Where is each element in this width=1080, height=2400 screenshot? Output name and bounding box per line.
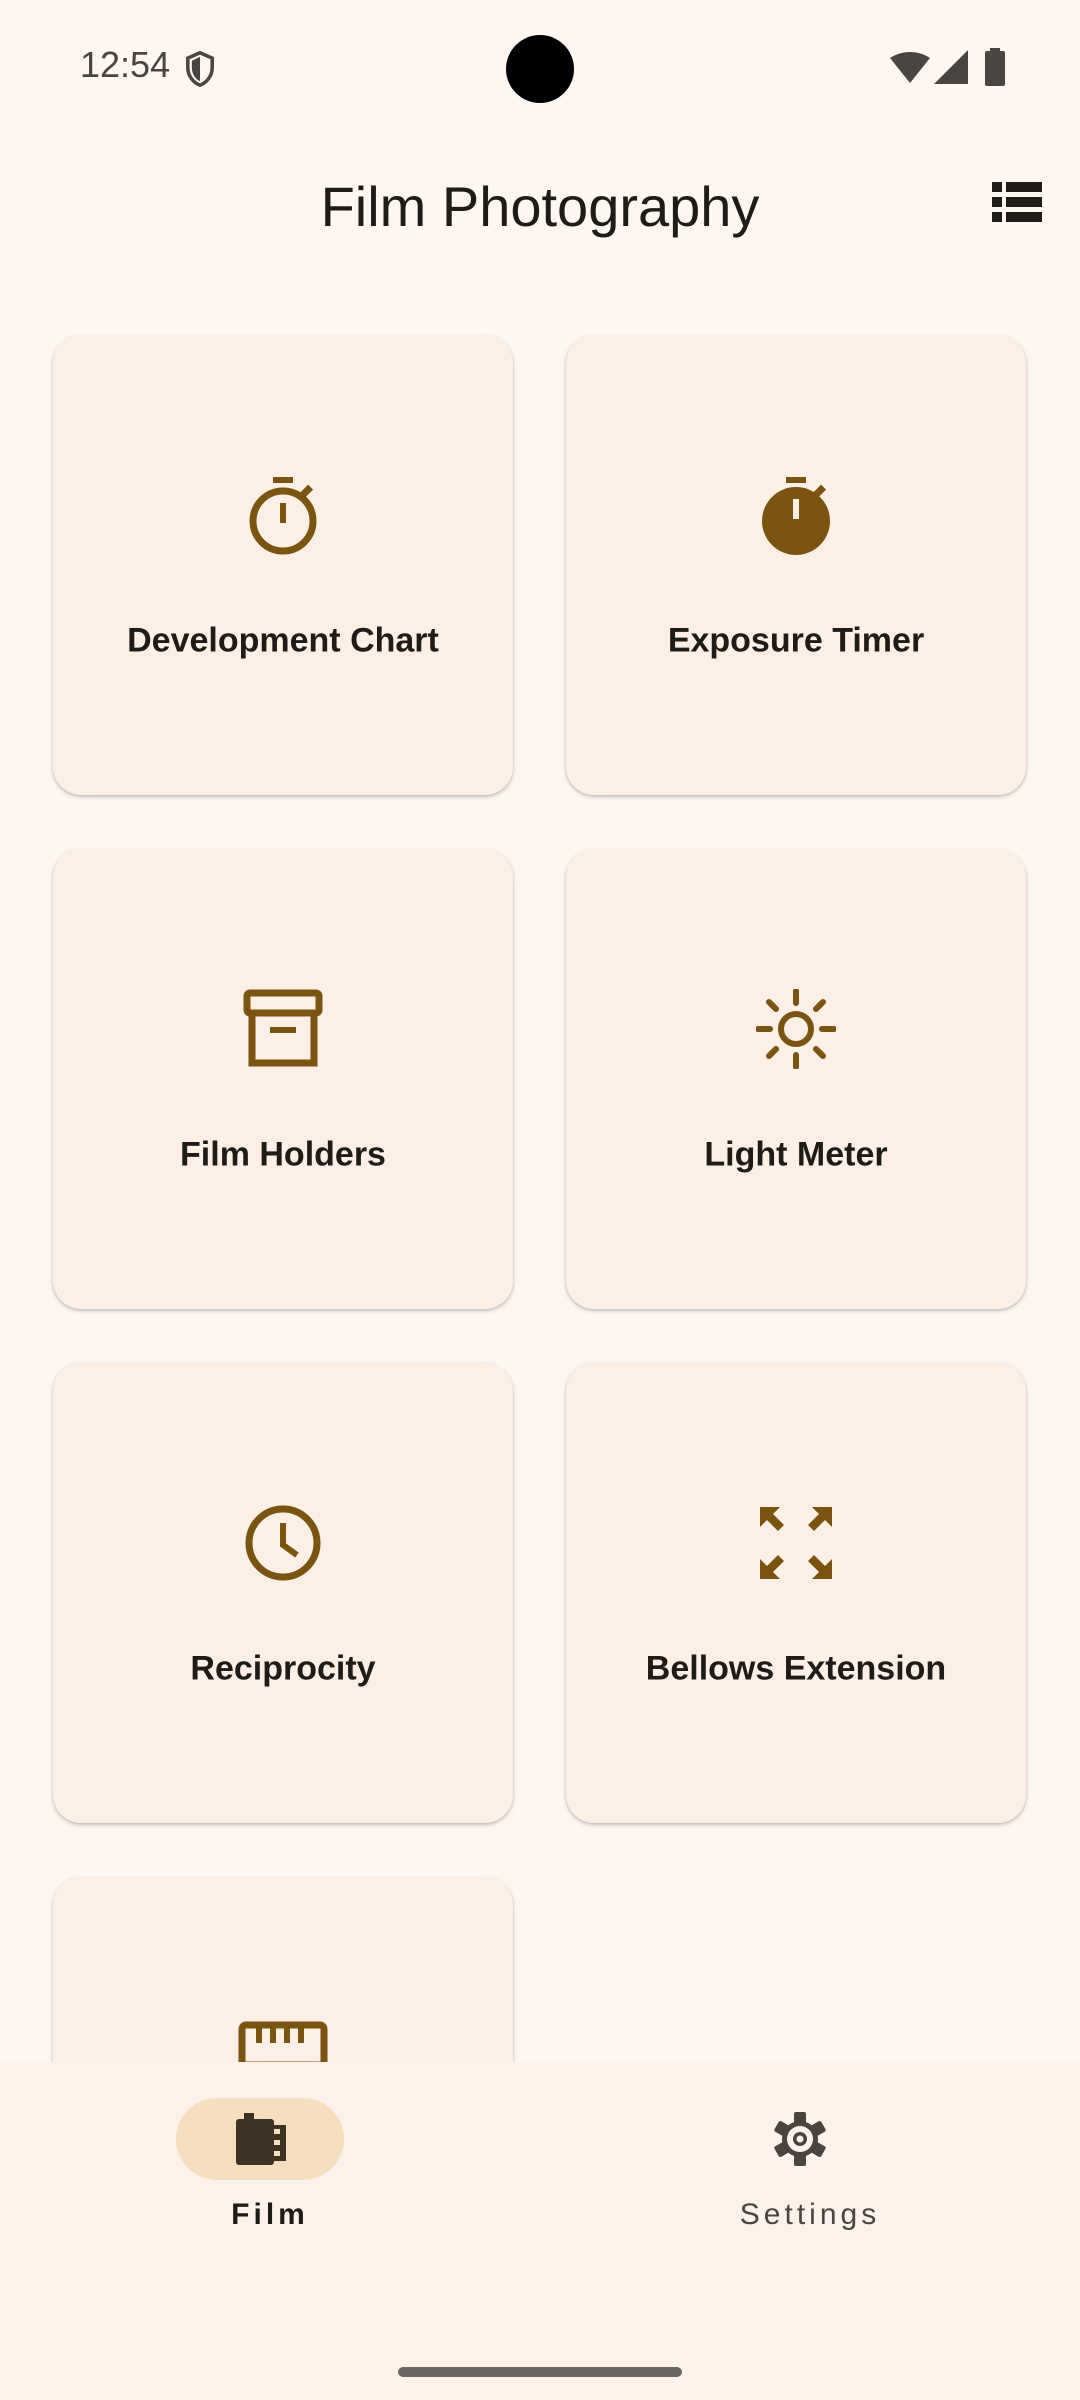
- tile-reciprocity[interactable]: Reciprocity: [53, 1363, 513, 1823]
- tile-film-holders[interactable]: Film Holders: [53, 849, 513, 1309]
- home-indicator[interactable]: [398, 2367, 682, 2377]
- tile-label: Bellows Extension: [645, 1649, 947, 1688]
- status-bar: 12:54: [0, 0, 1080, 135]
- nav-item-settings[interactable]: Settings: [650, 2098, 970, 2248]
- tile-light-meter[interactable]: Light Meter: [566, 849, 1026, 1309]
- nav-label-settings: Settings: [739, 2198, 881, 2231]
- tile-label: Reciprocity: [190, 1649, 376, 1688]
- tile-exposure-timer[interactable]: Exposure Timer: [566, 335, 1026, 795]
- sun-icon: [756, 989, 836, 1069]
- tile-label: Development Chart: [127, 621, 439, 660]
- tile-bellows-extension[interactable]: Bellows Extension: [566, 1363, 1026, 1823]
- wifi-icon: [890, 52, 930, 83]
- nav-item-film[interactable]: Film: [110, 2098, 430, 2248]
- tile-label: Exposure Timer: [667, 621, 925, 660]
- battery-icon: [985, 48, 1005, 86]
- tile-measurement[interactable]: [53, 1877, 513, 2062]
- nav-label-film: Film: [231, 2198, 309, 2231]
- gear-icon: [774, 2112, 826, 2166]
- stopwatch-outline-icon: [249, 477, 317, 555]
- bottom-navigation: Film Settings: [0, 2062, 1080, 2400]
- stopwatch-filled-icon: [762, 477, 830, 555]
- tile-label: Light Meter: [704, 1135, 888, 1174]
- top-app-bar: Film Photography: [0, 140, 1080, 275]
- status-time: 12:54: [80, 44, 171, 85]
- tile-development-chart[interactable]: Development Chart: [53, 335, 513, 795]
- camera-cutout: [506, 35, 574, 103]
- film-canister-icon: [236, 2113, 286, 2165]
- ruler-icon: [238, 2021, 328, 2062]
- list-view-button[interactable]: [985, 170, 1049, 234]
- archive-box-icon: [243, 989, 323, 1067]
- clock-icon: [245, 1505, 321, 1581]
- tile-label: Film Holders: [180, 1135, 386, 1174]
- expand-arrows-icon: [760, 1507, 832, 1579]
- cell-signal-icon: [934, 50, 968, 84]
- page-title: Film Photography: [320, 175, 760, 238]
- list-view-icon: [992, 182, 1042, 222]
- tools-grid: Development Chart Exposure Timer Film Ho…: [0, 300, 1080, 2062]
- shield-icon: [186, 50, 214, 88]
